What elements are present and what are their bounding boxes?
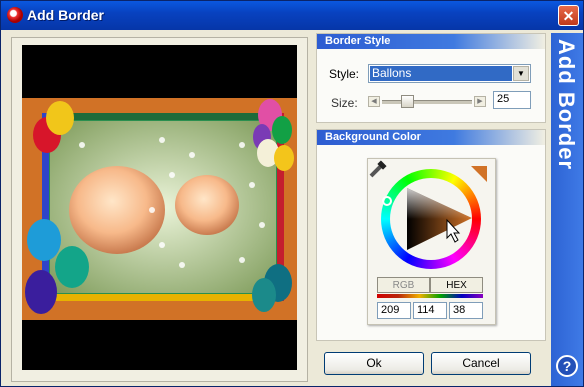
green-value-input[interactable]: 114 [413,302,447,319]
app-icon [7,7,23,23]
border-preview [22,45,297,370]
color-picker-overlay [369,160,487,250]
border-style-heading: Border Style [317,34,545,49]
blue-value-input[interactable]: 38 [449,302,483,319]
slider-thumb[interactable] [401,95,414,108]
style-select-value: Ballons [370,66,512,81]
hue-marker [382,196,392,206]
cancel-button[interactable]: Cancel [431,352,531,375]
help-icon[interactable]: ? [556,355,578,377]
color-spectrum-bar [377,294,483,298]
sidebar-title: Add Border [554,39,579,170]
eyedropper-icon [369,160,387,178]
close-button[interactable]: ✕ [558,5,579,26]
style-select[interactable]: Ballons ▼ [368,64,531,83]
chevron-down-icon[interactable]: ▼ [513,66,529,81]
size-input[interactable]: 25 [493,91,531,109]
style-label: Style: [329,67,360,81]
background-color-heading: Background Color [317,130,545,145]
slider-left-arrow-icon[interactable]: ◀ [368,96,380,107]
slider-track [382,100,472,104]
current-color-swatch [471,166,487,182]
window-title: Add Border [27,7,104,23]
size-label: Size: [331,96,358,110]
add-border-dialog: Add Border ✕ Border Style Style: Ballons… [0,0,584,387]
hex-tab[interactable]: HEX [430,277,483,293]
size-slider[interactable]: ◀ ▶ [368,95,486,108]
slider-right-arrow-icon[interactable]: ▶ [474,96,486,107]
red-value-input[interactable]: 209 [377,302,411,319]
sidebar-banner: Add Border [551,33,583,386]
rgb-tab[interactable]: RGB [377,277,430,293]
title-bar[interactable]: Add Border ✕ [1,1,583,30]
ok-button[interactable]: Ok [324,352,424,375]
close-icon: ✕ [562,8,575,24]
preview-image [22,98,297,320]
